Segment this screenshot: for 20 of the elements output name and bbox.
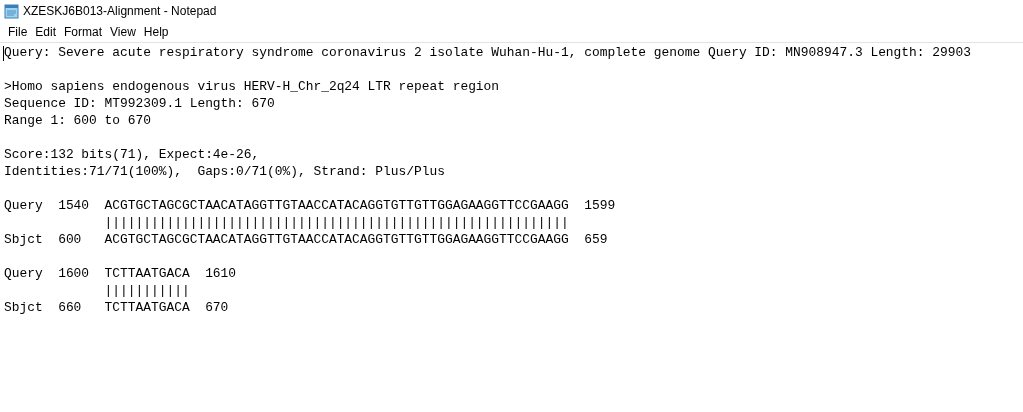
text-line: Query: Severe acute respiratory syndrome coronavirus 2 isolate Wuhan-Hu-1, complete genome Query ID: MN908947.3 Length: 29903 <box>4 44 972 61</box>
text-line: Sbjct 660 TCTTAATGACA 670 <box>4 299 230 316</box>
menu-item[interactable]: Edit <box>31 24 61 40</box>
text-line: >Homo sapiens endogenous virus HERV-H_Chr_2q24 LTR repeat region <box>4 78 501 95</box>
menu-item[interactable]: View <box>106 24 140 40</box>
notepad-icon <box>4 3 20 19</box>
text-line: Query 1600 TCTTAATGACA 1610 <box>4 265 238 282</box>
text-line: |||||||||||||||||||||||||||||||||||||||||||||||||||||||||||| <box>103 214 570 231</box>
text-line: Sbjct 600 ACGTGCTAGCGCTAACATAGGTTGTAACCATACAGGTGTTGTTGGAGAAGGTTCCGAAGG 659 <box>4 231 609 248</box>
text-line: ||||||||||| <box>103 282 191 299</box>
text-line: Sequence ID: MT992309.1 Length: 670 <box>4 95 276 112</box>
menu-item[interactable]: Format <box>60 24 107 40</box>
text-line: Score:132 bits(71), Expect:4e-26, <box>4 146 261 163</box>
text-line: Identities:71/71(100%), Gaps:0/71(0%), Strand: Plus/Plus <box>4 163 446 180</box>
menu-item[interactable]: File <box>4 24 32 40</box>
window-title: XZESKJ6B013-Alignment - Notepad <box>23 4 217 18</box>
menu-item[interactable]: Help <box>139 24 173 40</box>
text-line: Range 1: 600 to 670 <box>4 112 152 129</box>
text-cursor <box>3 46 4 61</box>
text-line: Query 1540 ACGTGCTAGCGCTAACATAGGTTGTAACCATACAGGTGTTGTTGGAGAAGGTTCCGAAGG 1599 <box>4 197 617 214</box>
